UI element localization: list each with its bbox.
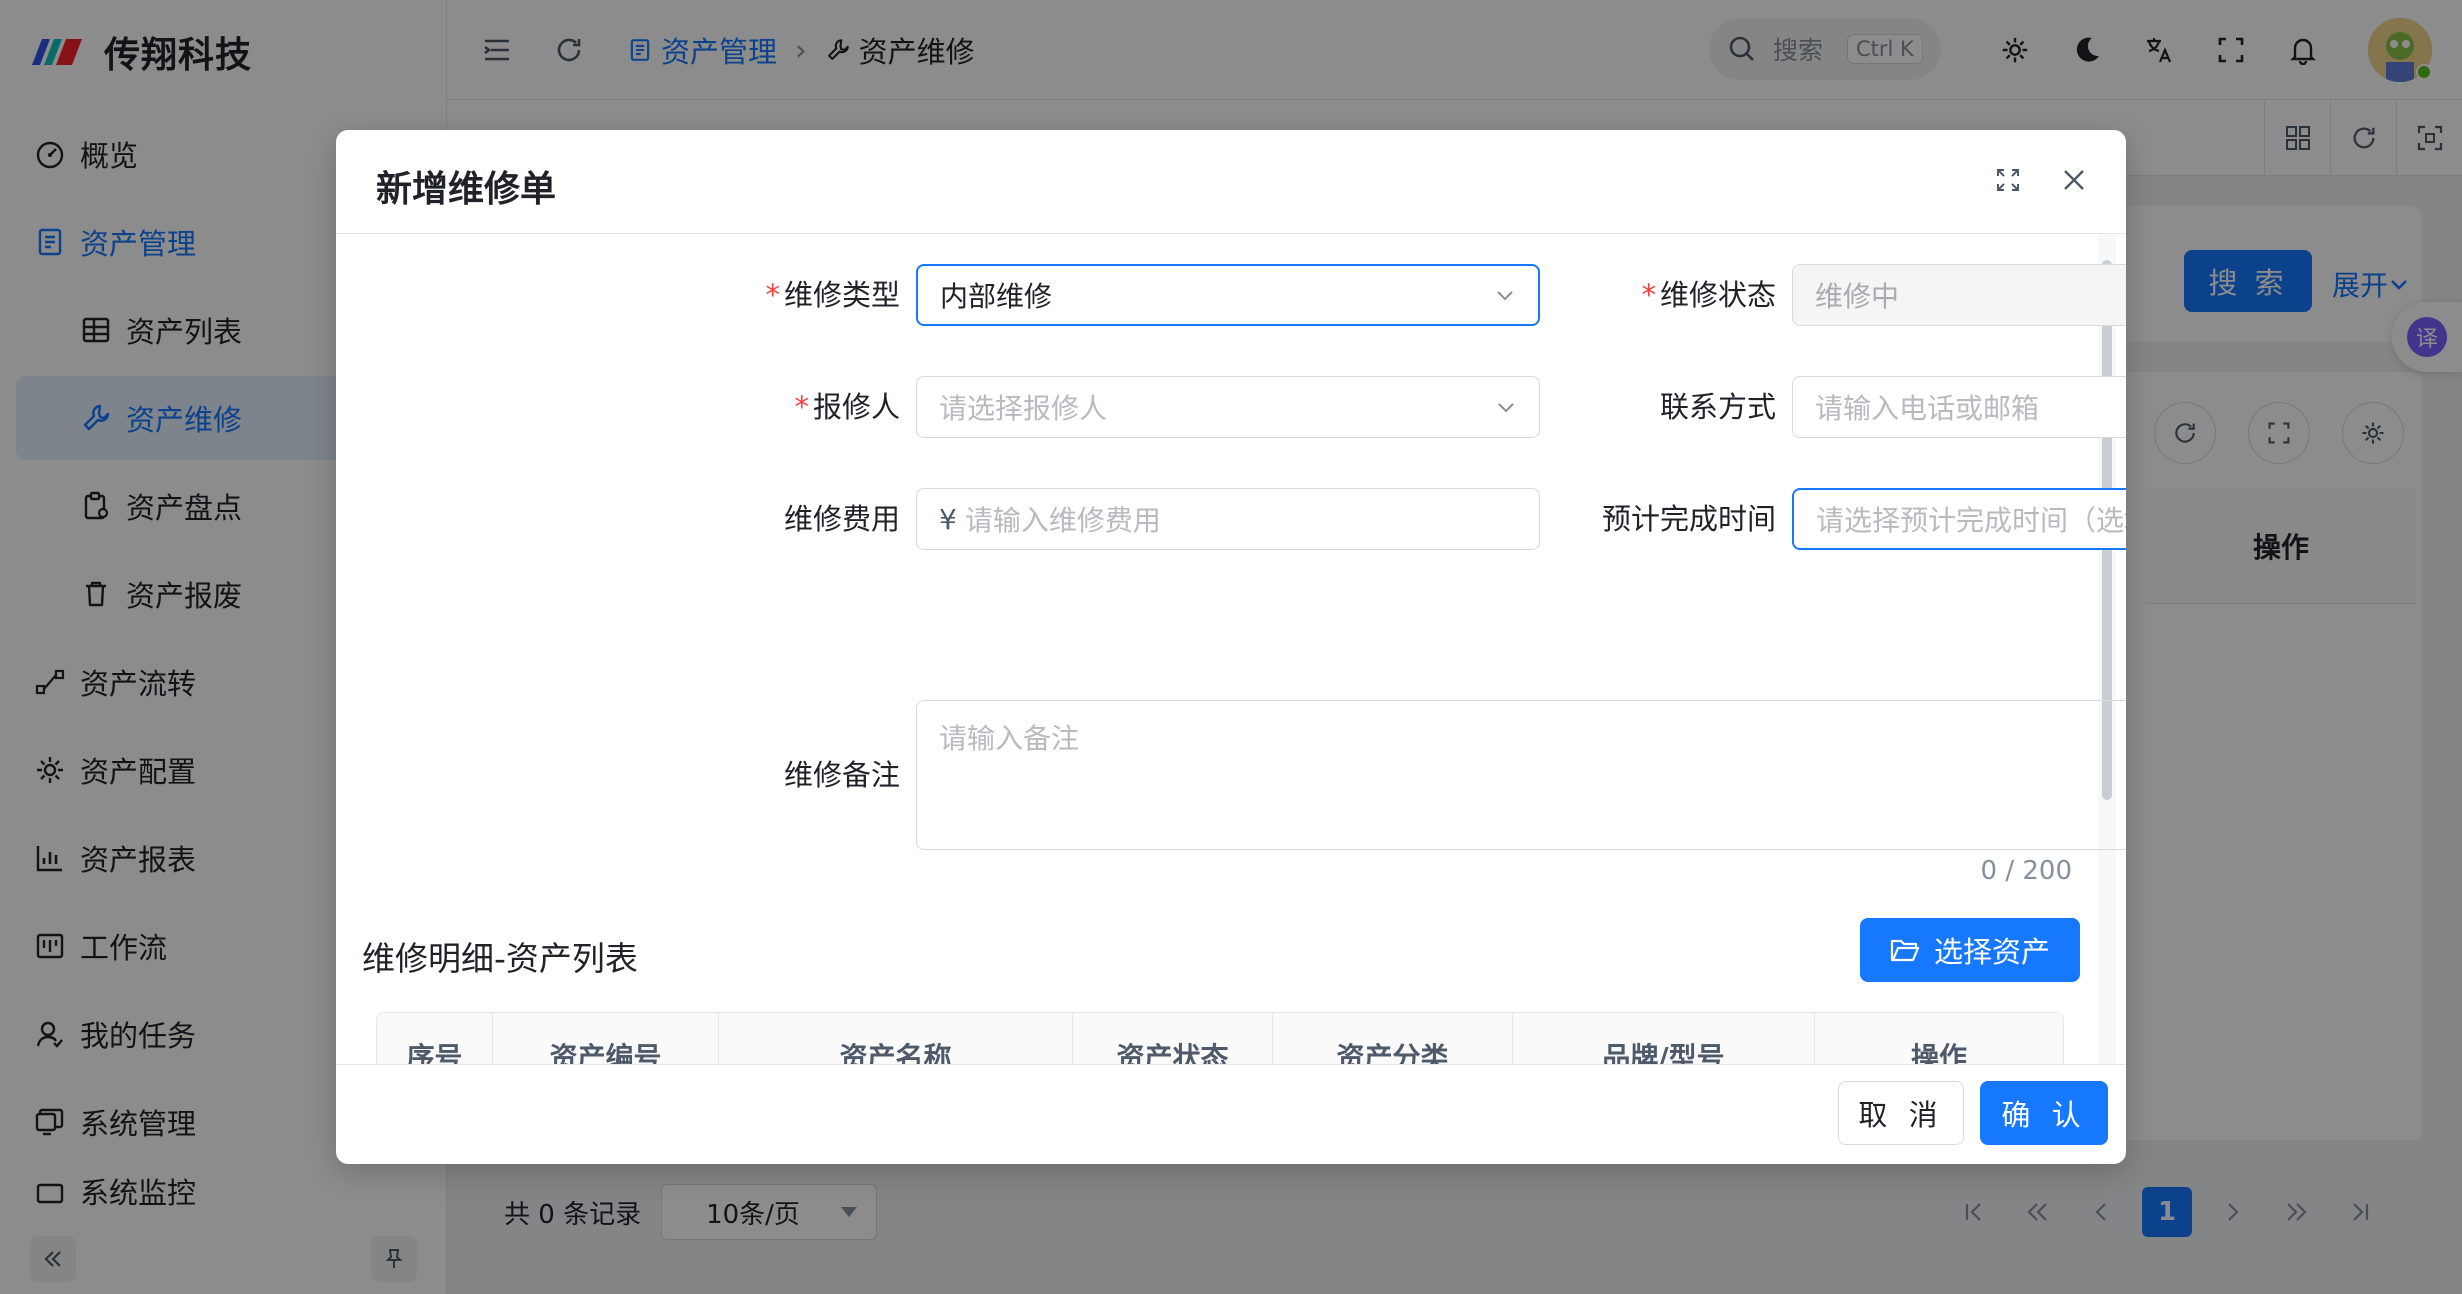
select-asset-button[interactable]: 选择资产 xyxy=(1860,918,2080,982)
remark-char-counter: 0 / 200 xyxy=(1980,856,2072,886)
required-mark: * xyxy=(1641,278,1656,312)
contact-input[interactable]: 请输入电话或邮箱 xyxy=(1792,376,2126,438)
add-repair-order-dialog: 新增维修单 * 维修类型 内部维修 * 维修状态 维修中 * 报修人 请选择报修人 联… xyxy=(336,130,2126,1164)
repair-status-value: 维修中 xyxy=(1815,280,1900,313)
asset-section-title: 维修明细-资产列表 xyxy=(362,939,638,978)
reporter-label: * 报修人 xyxy=(794,390,900,424)
cost-placeholder: 请输入维修费用 xyxy=(964,504,1161,537)
required-mark: * xyxy=(794,390,809,424)
dialog-fullscreen-button[interactable] xyxy=(1988,160,2028,200)
asset-table: 序号 资产编号 资产名称 资产状态 资产分类 品牌/型号 操作 xyxy=(376,1012,2064,1064)
dialog-close-button[interactable] xyxy=(2054,160,2094,200)
contact-label: 联系方式 xyxy=(1659,390,1776,424)
dialog-body: * 维修类型 内部维修 * 维修状态 维修中 * 报修人 请选择报修人 联系方式 请输… xyxy=(336,234,2126,1064)
dialog-header: 新增维修单 xyxy=(336,130,2126,234)
repair-type-select[interactable]: 内部维修 xyxy=(916,264,1540,326)
eta-label: 预计完成时间 xyxy=(1601,502,1776,536)
column-header-asset-code: 资产编号 xyxy=(493,1013,719,1064)
remark-label: 维修备注 xyxy=(783,758,900,792)
currency-prefix: ¥ xyxy=(939,502,957,536)
expand-icon xyxy=(1997,169,2019,191)
column-header-asset-status: 资产状态 xyxy=(1073,1013,1273,1064)
chevron-down-icon xyxy=(1497,291,1513,301)
cost-label: 维修费用 xyxy=(783,502,900,536)
reporter-placeholder: 请选择报修人 xyxy=(939,392,1108,425)
asset-table-header: 序号 资产编号 资产名称 资产状态 资产分类 品牌/型号 操作 xyxy=(377,1013,2063,1064)
eta-placeholder: 请选择预计完成时间（选填） xyxy=(1816,504,2126,537)
repair-type-label: * 维修类型 xyxy=(765,278,900,312)
reporter-select[interactable]: 请选择报修人 xyxy=(916,376,1540,438)
dialog-title: 新增维修单 xyxy=(376,169,557,210)
confirm-button[interactable]: 确 认 xyxy=(1980,1081,2108,1145)
eta-date-picker[interactable]: 请选择预计完成时间（选填） xyxy=(1792,488,2126,550)
column-header-brand-model: 品牌/型号 xyxy=(1513,1013,1815,1064)
cancel-button[interactable]: 取 消 xyxy=(1838,1081,1964,1145)
required-mark: * xyxy=(765,278,780,312)
repair-type-value: 内部维修 xyxy=(940,280,1053,313)
column-header-asset-name: 资产名称 xyxy=(719,1013,1073,1064)
remark-placeholder: 请输入备注 xyxy=(939,722,1080,755)
column-header-asset-category: 资产分类 xyxy=(1273,1013,1513,1064)
column-header-index: 序号 xyxy=(377,1013,493,1064)
chevron-down-icon xyxy=(1498,403,1514,413)
contact-placeholder: 请输入电话或邮箱 xyxy=(1815,392,2040,425)
remark-textarea[interactable]: 请输入备注 xyxy=(916,700,2126,850)
folder-open-icon xyxy=(1890,939,1920,962)
close-icon xyxy=(2064,170,2084,190)
repair-status-select: 维修中 xyxy=(1792,264,2126,326)
column-header-operation: 操作 xyxy=(1910,1041,1967,1064)
repair-status-label: * 维修状态 xyxy=(1641,278,1776,312)
dialog-footer: 取 消 确 认 xyxy=(336,1064,2126,1164)
cost-input[interactable]: ¥ 请输入维修费用 xyxy=(916,488,1540,550)
select-asset-label: 选择资产 xyxy=(1933,935,2050,969)
